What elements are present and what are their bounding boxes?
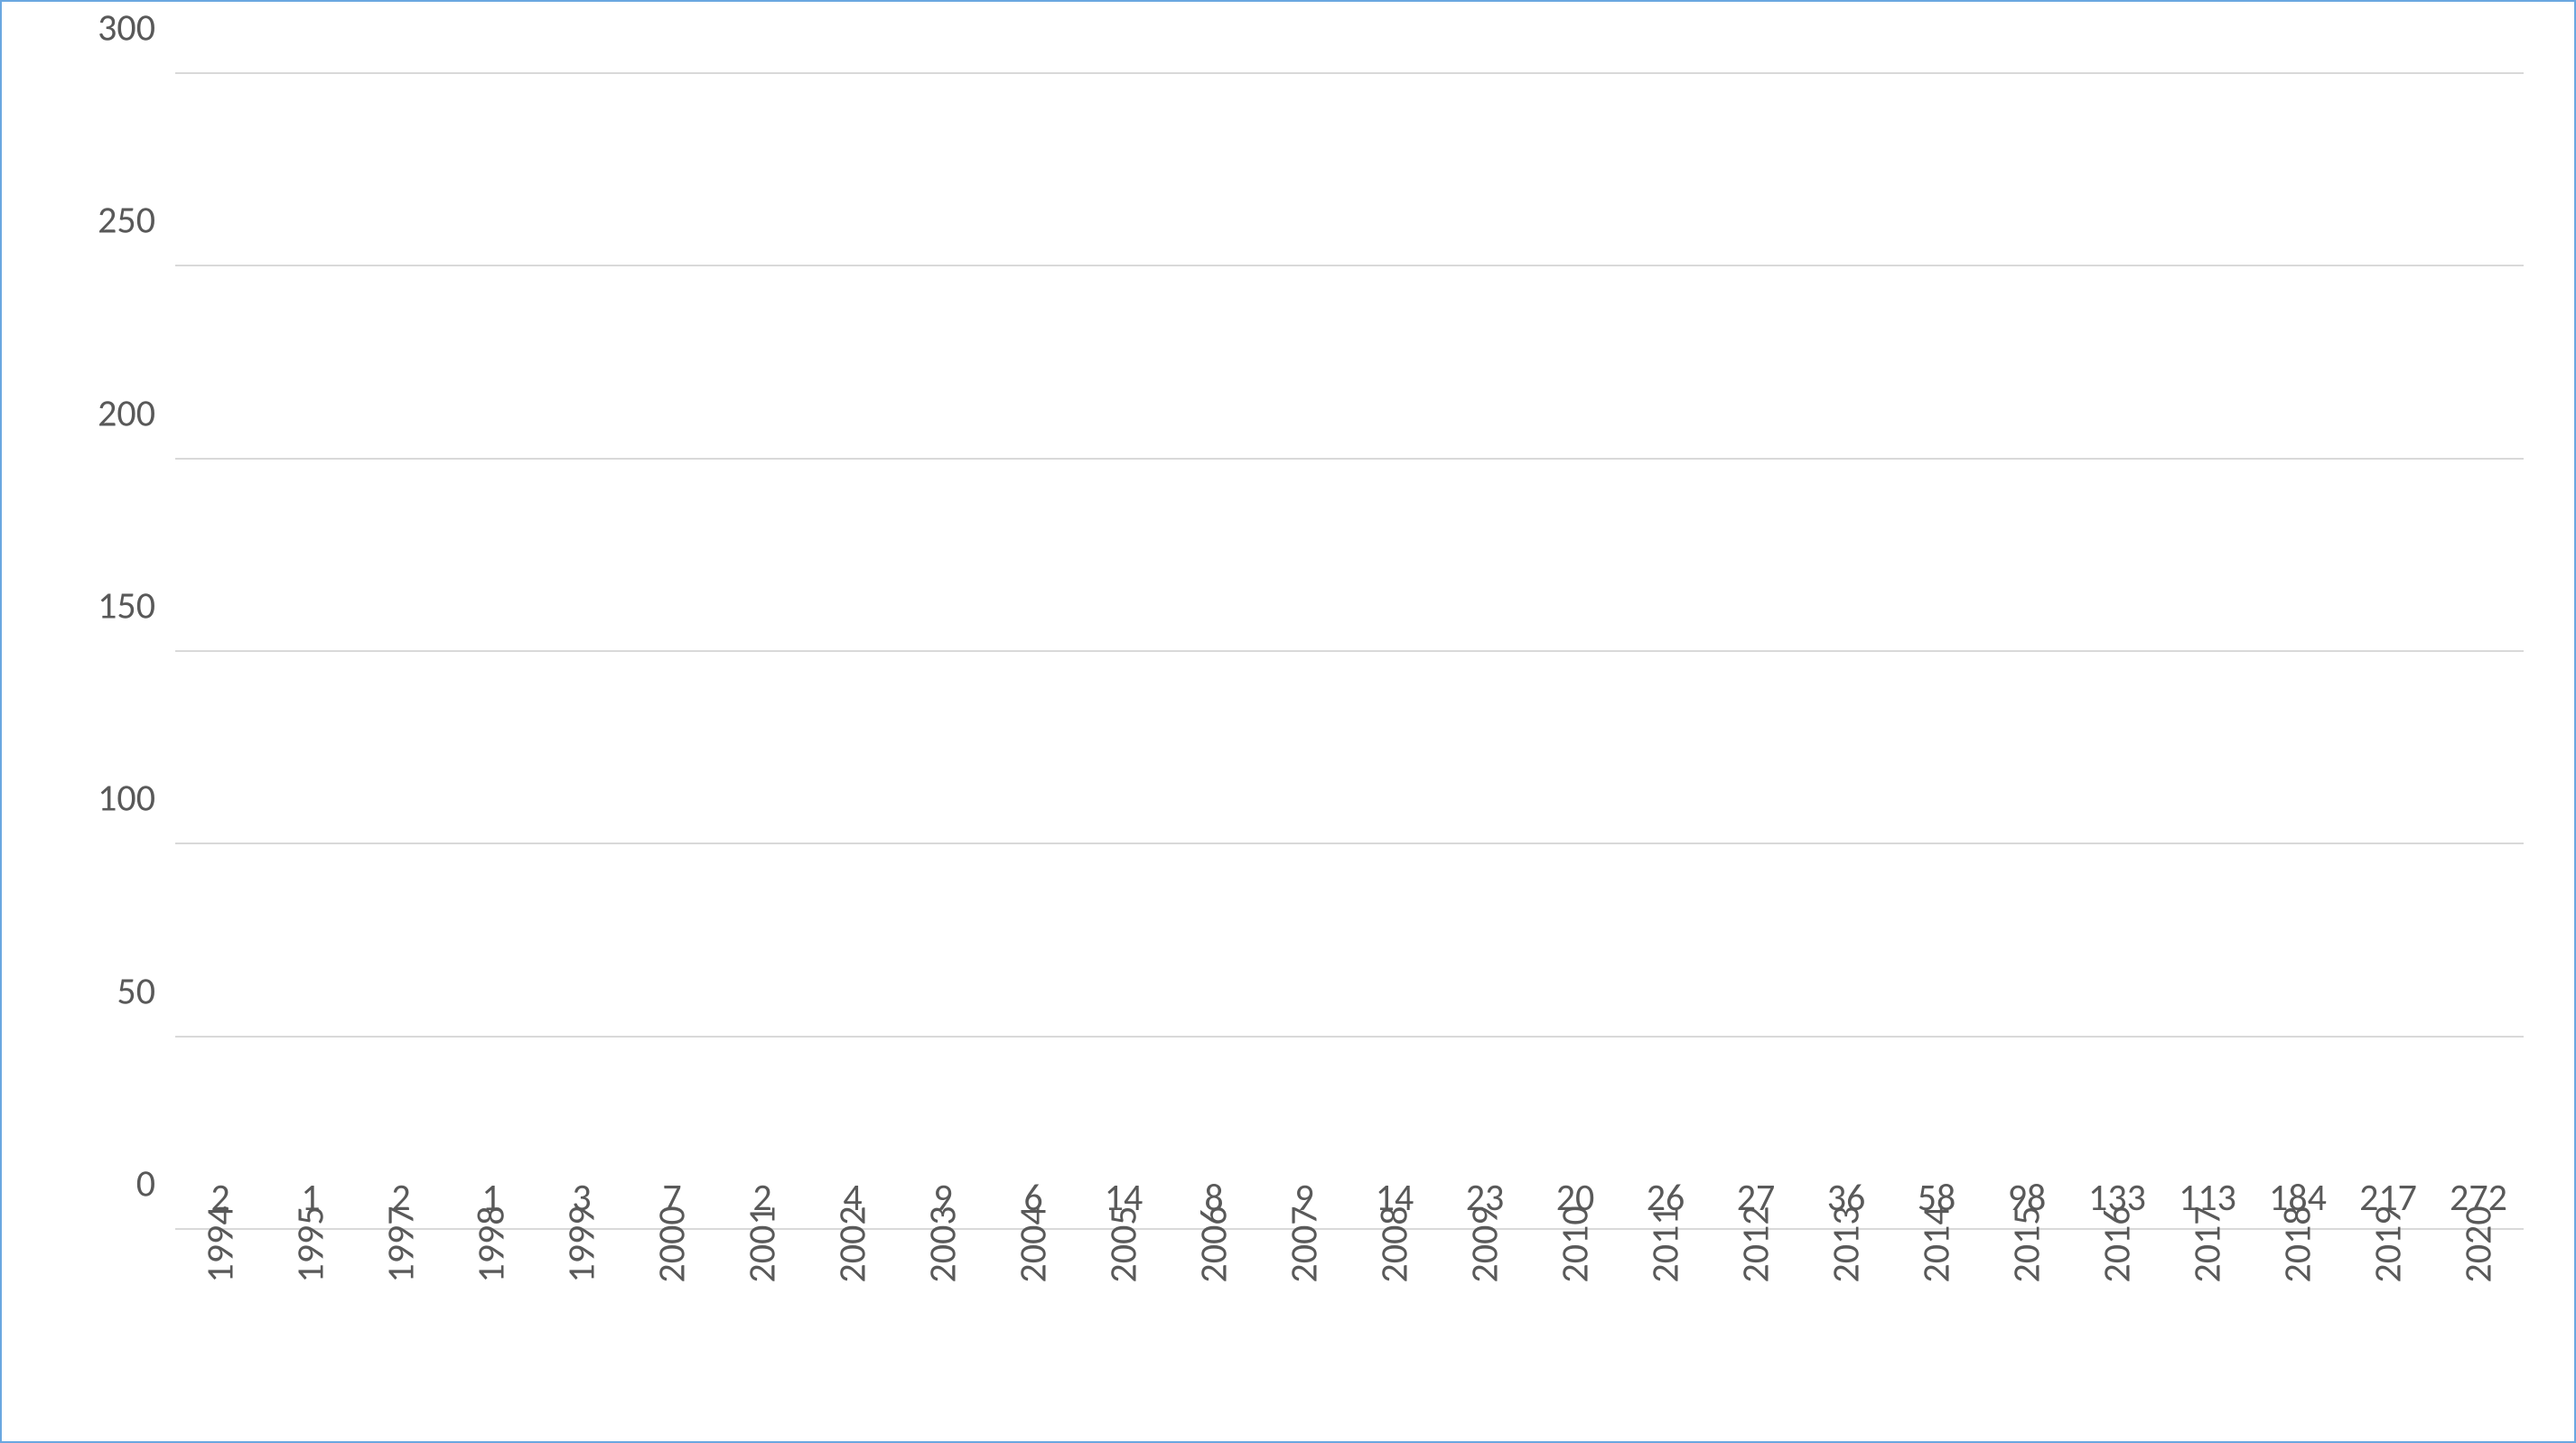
x-tick-label: 2007 [1281,1206,1327,1282]
x-tick-label: 2012 [1732,1206,1778,1282]
x-tick-label: 2004 [1011,1206,1057,1282]
chart-frame: 300 250 200 150 100 50 0 2 1994 1 1995 2 [0,0,2576,1443]
x-tick-label: 2020 [2455,1206,2501,1282]
x-tick-label: 2009 [1462,1206,1508,1282]
x-tick-label: 2005 [1100,1206,1146,1282]
x-tick-label: 1998 [469,1206,515,1282]
x-tick-label: 2017 [2185,1206,2231,1282]
x-tick-label: 2019 [2366,1206,2412,1282]
y-tick-label: 100 [98,776,155,822]
x-tick-label: 2013 [1824,1206,1870,1282]
x-tick-label: 1997 [378,1206,424,1282]
y-tick-label: 250 [98,198,155,244]
x-tick-label: 2001 [739,1206,785,1282]
x-tick-label: 2014 [1913,1206,1959,1282]
x-tick-label: 2015 [2004,1206,2050,1282]
y-tick-label: 150 [98,583,155,629]
y-tick-label: 50 [117,968,155,1014]
x-tick-label: 2010 [1552,1206,1598,1282]
x-tick-label: 1995 [288,1206,334,1282]
bars-container: 2 1994 1 1995 2 1997 1 1998 [175,74,2524,1230]
x-tick-label: 1999 [558,1206,604,1282]
y-tick-label: 0 [136,1161,155,1207]
x-tick-label: 2018 [2274,1206,2320,1282]
plot-area: 300 250 200 150 100 50 0 2 1994 1 1995 2 [175,74,2524,1230]
x-tick-label: 2011 [1643,1206,1689,1282]
y-tick-label: 300 [98,5,155,51]
x-tick-label: 2008 [1372,1206,1418,1282]
x-tick-label: 2002 [830,1206,876,1282]
x-tick-label: 1994 [198,1206,244,1282]
x-tick-label: 2000 [649,1206,695,1282]
x-tick-label: 2006 [1191,1206,1237,1282]
x-tick-label: 2016 [2094,1206,2140,1282]
y-tick-label: 200 [98,390,155,436]
x-tick-label: 2003 [919,1206,966,1282]
